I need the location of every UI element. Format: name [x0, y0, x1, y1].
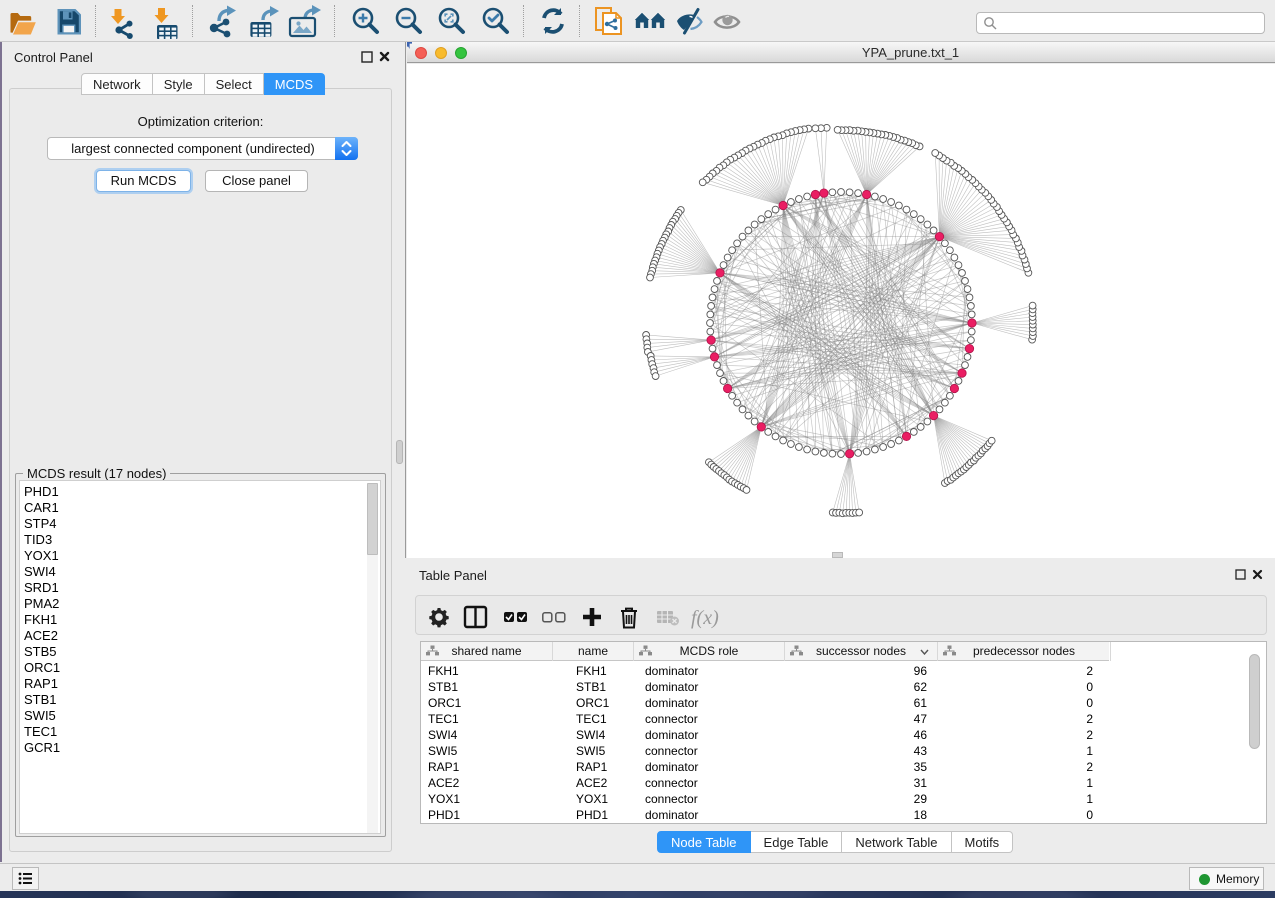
svg-text:f(x): f(x) — [691, 607, 719, 629]
